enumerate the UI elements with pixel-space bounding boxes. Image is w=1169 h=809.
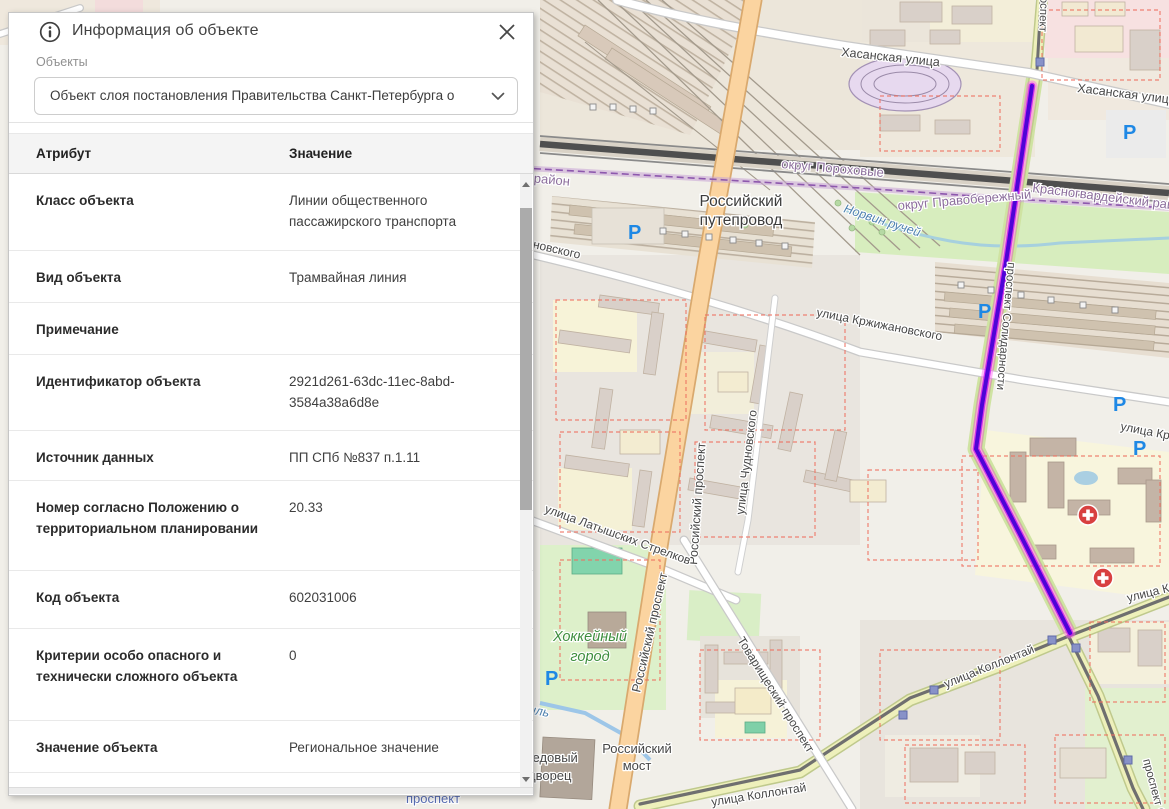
scrollbar-thumb[interactable] [520, 208, 532, 510]
place-label: мост [623, 758, 652, 773]
attr-name: Значение объекта [36, 737, 289, 772]
attribute-table-body[interactable]: Класс объекта Линии общественного пассаж… [9, 174, 533, 790]
scroll-up-arrow-icon[interactable] [522, 182, 530, 187]
table-row: Критерии особо опасного и технически сло… [9, 629, 533, 721]
table-row: Идентификатор объекта 2921d261-63dc-11ec… [9, 355, 533, 431]
attr-value: Трамвайная линия [289, 267, 533, 302]
green-label: город [570, 649, 609, 665]
info-icon [39, 21, 61, 43]
parking-icon: P [978, 301, 991, 323]
table-row: Номер согласно Положению о территориальн… [9, 481, 533, 571]
objects-label: Объекты [36, 55, 88, 69]
table-row: Код объекта 602031006 [9, 571, 533, 629]
table-row: Примечание [9, 303, 533, 355]
attr-name: Источник данных [36, 447, 289, 480]
place-label: Российский [700, 193, 783, 210]
attr-name: Класс объекта [36, 190, 289, 250]
attr-name: Критерии особо опасного и технически сло… [36, 645, 289, 720]
place-label: дворец [528, 768, 572, 783]
street-label: проспект [1036, 0, 1050, 33]
table-row: Вид объекта Трамвайная линия [9, 251, 533, 303]
attr-value: Региональное значение [289, 737, 533, 772]
object-info-panel: Информация об объекте Объекты Объект сло… [8, 12, 534, 796]
scroll-down-arrow-icon[interactable] [522, 777, 530, 782]
attr-value: 0 [289, 645, 533, 720]
chevron-down-icon [491, 92, 505, 101]
table-row: Значение объекта Региональное значение [9, 721, 533, 773]
panel-header: Информация об объекте [9, 13, 533, 53]
parking-icon: P [1133, 438, 1146, 460]
attr-value [289, 319, 533, 354]
attribute-table-header: Атрибут Значение [9, 133, 533, 174]
attr-value: ПП СПб №837 п.1.11 [289, 447, 533, 480]
close-icon[interactable] [495, 20, 519, 44]
attr-value: 20.33 [289, 497, 533, 570]
parking-icon: P [628, 222, 641, 244]
attr-name: Код объекта [36, 587, 289, 628]
panel-title: Информация об объекте [72, 22, 259, 40]
column-header-value: Значение [289, 146, 352, 161]
layer-select-value: Объект слоя постановления Правительства … [50, 88, 483, 103]
vertical-scrollbar[interactable] [520, 174, 532, 790]
parking-icon: P [1123, 122, 1136, 144]
place-label: путепровод [700, 212, 783, 229]
parking-icon: P [545, 668, 558, 690]
table-row: Источник данных ПП СПб №837 п.1.11 [9, 431, 533, 481]
green-label: Хоккейный [552, 629, 627, 645]
column-header-attribute: Атрибут [36, 146, 91, 161]
divider [9, 122, 533, 123]
place-label: Российский [602, 741, 672, 756]
table-row: Класс объекта Линии общественного пассаж… [9, 174, 533, 251]
attr-name: Номер согласно Положению о территориальн… [36, 497, 289, 570]
attr-name: Примечание [36, 319, 289, 354]
horizontal-scrollbar[interactable] [9, 787, 533, 794]
attr-name: Вид объекта [36, 267, 289, 302]
attr-value: 602031006 [289, 587, 533, 628]
attr-value: Линии общественного пассажирского трансп… [289, 190, 533, 250]
parking-icon: P [1113, 394, 1126, 416]
attr-value: 2921d261-63dc-11ec-8abd-3584a38a6d8e [289, 371, 533, 430]
layer-select-dropdown[interactable]: Объект слоя постановления Правительства … [34, 77, 518, 115]
attr-name: Идентификатор объекта [36, 371, 289, 430]
